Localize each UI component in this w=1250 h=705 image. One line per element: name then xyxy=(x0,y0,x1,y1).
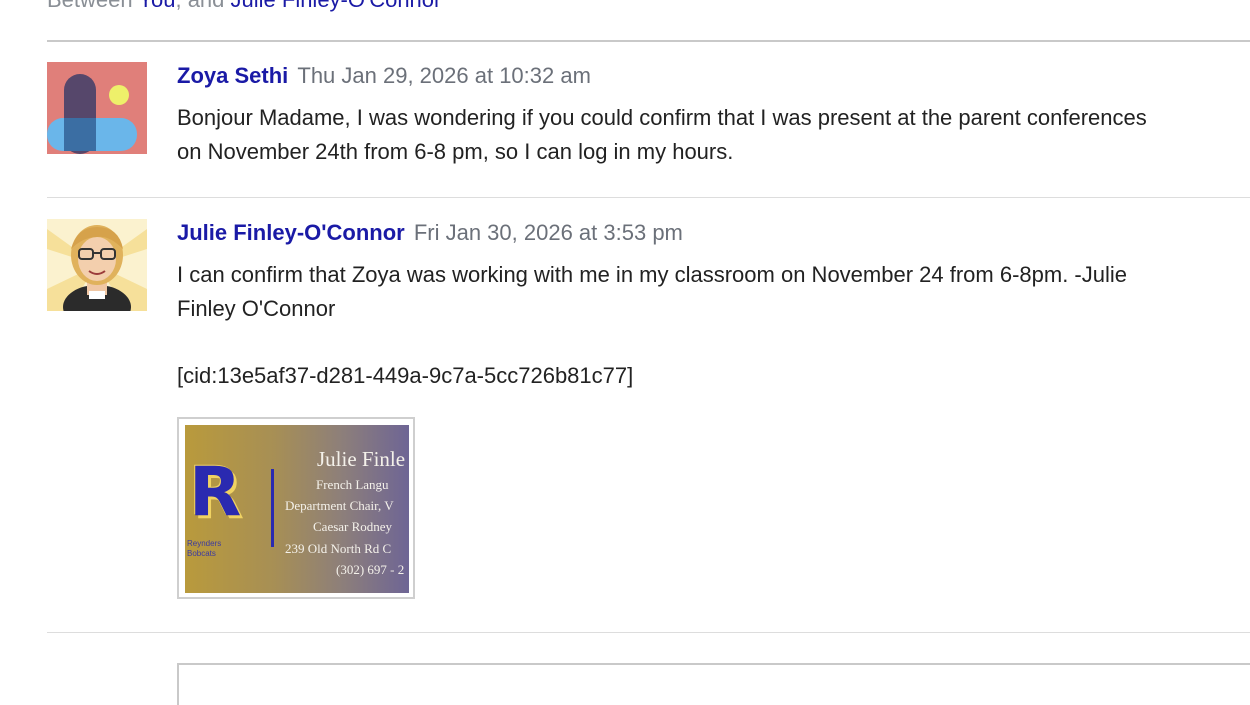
logo-tagline-2: Bobcats xyxy=(187,549,216,558)
avatar-image xyxy=(47,62,147,154)
message-content: Zoya Sethi Thu Jan 29, 2026 at 10:32 am … xyxy=(177,62,1210,169)
message-content: Julie Finley-O'Connor Fri Jan 30, 2026 a… xyxy=(177,219,1210,599)
signature-line: 239 Old North Rd C xyxy=(285,541,392,556)
signature-divider xyxy=(271,469,274,547)
between-prefix: Between xyxy=(47,0,138,12)
signature-line: French Langu xyxy=(316,477,389,492)
signature-name: Julie Finle xyxy=(317,447,406,471)
message-timestamp: Fri Jan 30, 2026 at 3:53 pm xyxy=(413,220,683,245)
thread-divider-top xyxy=(47,40,1250,42)
thread-participants: Between You, and Julie Finley-O'Connor xyxy=(47,0,441,13)
signature-line: Department Chair, V xyxy=(285,498,394,513)
author-link[interactable]: Julie Finley-O'Connor xyxy=(177,220,405,245)
avatar-zoya[interactable] xyxy=(47,62,147,154)
participant-julie-link[interactable]: Julie Finley-O'Connor xyxy=(231,0,442,12)
reply-input[interactable] xyxy=(177,663,1250,705)
signature-attachment-image[interactable]: R Reynders Bobcats Julie Finle French La… xyxy=(177,417,415,599)
participant-you-link[interactable]: You xyxy=(138,0,175,12)
author-link[interactable]: Zoya Sethi xyxy=(177,63,288,88)
message-timestamp: Thu Jan 29, 2026 at 10:32 am xyxy=(297,63,591,88)
message-body: I can confirm that Zoya was working with… xyxy=(177,262,1127,321)
signature-line: (302) 697 - 2 xyxy=(336,562,405,577)
signature-line: Caesar Rodney xyxy=(313,519,393,534)
message-divider xyxy=(47,197,1250,198)
between-separator: , and xyxy=(175,0,230,12)
thread-divider-bottom xyxy=(47,632,1250,633)
embedded-cid-reference: [cid:13e5af37-d281-449a-9c7a-5cc726b81c7… xyxy=(177,363,634,388)
avatar-image xyxy=(47,219,147,311)
school-logo-letter: R xyxy=(189,453,242,532)
message-header: Zoya Sethi Thu Jan 29, 2026 at 10:32 am xyxy=(177,62,1210,90)
logo-tagline-1: Reynders xyxy=(187,539,222,548)
message-header: Julie Finley-O'Connor Fri Jan 30, 2026 a… xyxy=(177,219,1210,247)
signature-card: R Reynders Bobcats Julie Finle French La… xyxy=(185,425,409,593)
message-body: Bonjour Madame, I was wondering if you c… xyxy=(177,105,1147,164)
avatar-julie[interactable] xyxy=(47,219,147,311)
